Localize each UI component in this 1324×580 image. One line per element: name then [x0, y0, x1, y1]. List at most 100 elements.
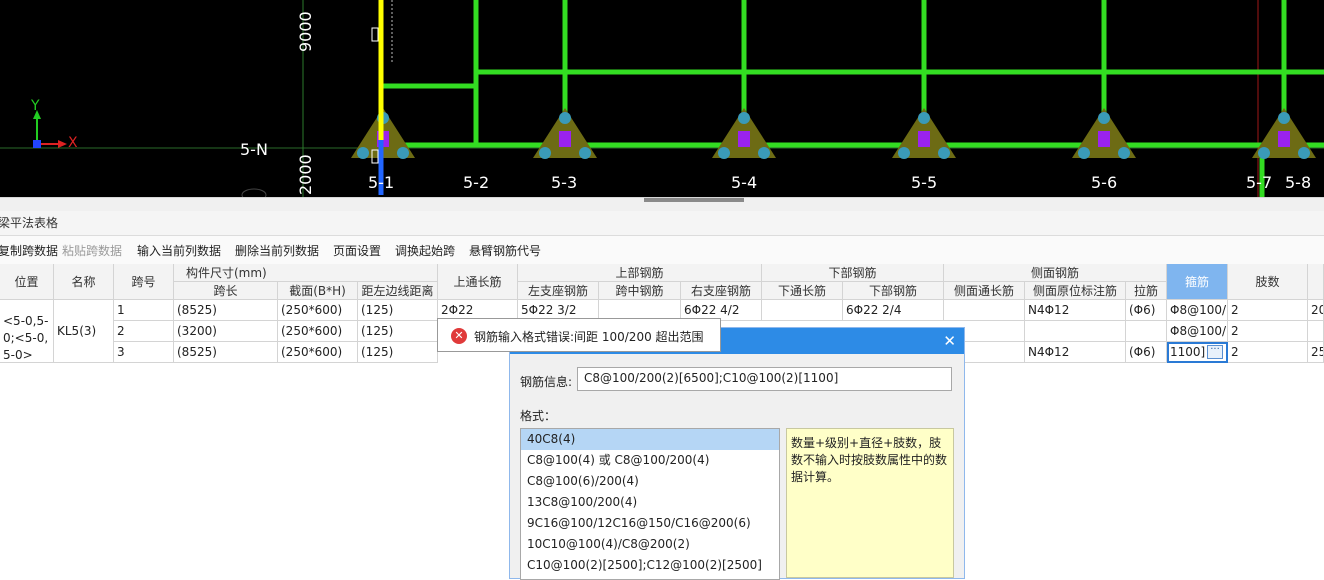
column-label: 5-2	[463, 173, 490, 192]
cell-name[interactable]: KL5(3)	[54, 300, 114, 363]
axis-y-label: Y	[31, 98, 40, 114]
pile-caps	[351, 108, 1316, 159]
col-header-position: 位置	[0, 264, 54, 300]
cell-bottom-through[interactable]	[762, 300, 843, 321]
col-header-span-length: 跨长	[174, 282, 278, 300]
col-header-side-through: 侧面通长筋	[944, 282, 1025, 300]
page-setup-button[interactable]: 页面设置	[333, 242, 381, 259]
cell-section[interactable]: (250*600)	[278, 321, 358, 342]
col-header-side-rebar: 侧面钢筋	[944, 264, 1167, 282]
axis-bubble	[241, 188, 267, 197]
input-column-button[interactable]: 输入当前列数据	[137, 242, 221, 259]
col-header-right-support: 右支座钢筋	[681, 282, 762, 300]
col-header-span: 跨号	[114, 264, 174, 300]
col-header-stirrup: 箍筋	[1167, 264, 1228, 300]
error-icon: ✕	[451, 328, 467, 344]
cell-side-marked[interactable]: N4Φ12	[1025, 342, 1126, 363]
cell-stirrup[interactable]: Φ8@100/	[1167, 321, 1228, 342]
cad-canvas[interactable]: 9000 2000 5-N Y X 5-1 5-2 5-3 5-4 5-5 5-…	[0, 0, 1324, 197]
ellipsis-button-icon[interactable]: ···	[1207, 345, 1223, 359]
col-header-bottom-through: 下通长筋	[762, 282, 843, 300]
cell-side-through[interactable]	[944, 300, 1025, 321]
format-item[interactable]: C8@100(6)/200(4)	[521, 471, 779, 492]
cell-legs[interactable]: 2	[1228, 342, 1308, 363]
swap-start-span-button[interactable]: 调换起始跨	[395, 242, 455, 259]
col-header-tie: 拉筋	[1126, 282, 1167, 300]
col-header-legs: 肢数	[1228, 264, 1308, 300]
format-item[interactable]: C8@100(4) 或 C8@100/200(4)	[521, 450, 779, 471]
format-item[interactable]: C10@100(2)[2500];C12@100(2)[2500]	[521, 555, 779, 576]
format-item[interactable]: 9C16@100/12C16@150/C16@200(6)	[521, 513, 779, 534]
format-help-text: 数量+级别+直径+肢数，肢数不输入时按肢数属性中的数据计算。	[786, 428, 954, 578]
column-label: 5-4	[731, 173, 758, 192]
cell-side-marked[interactable]	[1025, 321, 1126, 342]
cell-stirrup[interactable]: Φ8@100/	[1167, 300, 1228, 321]
cell-edge-distance[interactable]: (125)	[358, 342, 438, 363]
rebar-input-dialog: ✕ 钢筋信息: C8@100/200(2)[6500];C10@100(2)[1…	[509, 327, 965, 580]
plan-drawing	[0, 0, 1324, 197]
cell-section[interactable]: (250*600)	[278, 300, 358, 321]
error-message: 钢筋输入格式错误:间距 100/200 超出范围	[474, 330, 704, 344]
cantilever-code-button[interactable]: 悬臂钢筋代号	[469, 242, 541, 259]
format-item[interactable]: 13C8@100/200(4)	[521, 492, 779, 513]
cell-stirrup-editing[interactable]: 1100] ···	[1167, 342, 1228, 363]
column-label: 5-8	[1285, 173, 1312, 192]
cell-section[interactable]: (250*600)	[278, 342, 358, 363]
cell-extra[interactable]: 25	[1308, 342, 1324, 363]
format-label: 格式：	[520, 409, 557, 423]
column-label: 5-7	[1246, 173, 1273, 192]
cell-span-no[interactable]: 2	[114, 321, 174, 342]
col-header-component-size: 构件尺寸(mm)	[174, 264, 438, 282]
cell-bottom-bars[interactable]: 6Φ22 2/4	[843, 300, 944, 321]
col-header-mid-span: 跨中钢筋	[599, 282, 681, 300]
copy-span-button[interactable]: 复制跨数据	[0, 242, 58, 259]
column-label: 5-1	[368, 173, 395, 192]
cell-edge-distance[interactable]: (125)	[358, 300, 438, 321]
cell-extra[interactable]: 20	[1308, 300, 1324, 321]
close-icon[interactable]: ✕	[943, 331, 956, 351]
splitter-grip[interactable]	[644, 198, 744, 202]
cell-tie[interactable]	[1126, 321, 1167, 342]
cell-legs[interactable]: 2	[1228, 321, 1308, 342]
panel-splitter[interactable]	[0, 197, 1324, 212]
cursor-mark-1	[371, 27, 379, 42]
col-header-bottom-bars: 下部钢筋	[843, 282, 944, 300]
stirrup-edit-text[interactable]: 1100]	[1170, 345, 1205, 359]
col-header-side-marked: 侧面原位标注筋	[1025, 282, 1126, 300]
format-item[interactable]: 40C8(4)	[521, 429, 779, 450]
cell-side-marked[interactable]: N4Φ12	[1025, 300, 1126, 321]
rebar-info-label: 钢筋信息:	[520, 375, 573, 389]
cell-span-no[interactable]: 3	[114, 342, 174, 363]
format-list[interactable]: 40C8(4) C8@100(4) 或 C8@100/200(4) C8@100…	[520, 428, 780, 580]
axis-row-label: 5-N	[240, 140, 268, 159]
col-header-top-through: 上通长筋	[438, 264, 518, 300]
cell-position[interactable]: <5-0,5-0;<5-0,5-0>	[0, 300, 54, 363]
cell-legs[interactable]: 2	[1228, 300, 1308, 321]
col-header-bottom-rebar: 下部钢筋	[762, 264, 944, 282]
cell-edge-distance[interactable]: (125)	[358, 321, 438, 342]
col-header-left-support: 左支座钢筋	[518, 282, 599, 300]
cell-tie[interactable]: (Φ6)	[1126, 300, 1167, 321]
coordinate-axes-icon	[33, 110, 67, 148]
paste-span-button[interactable]: 粘贴跨数据	[62, 242, 122, 259]
delete-column-button[interactable]: 删除当前列数据	[235, 242, 319, 259]
cell-span-length[interactable]: (8525)	[174, 342, 278, 363]
dimension-label-top: 9000	[296, 11, 315, 52]
cell-span-length[interactable]: (3200)	[174, 321, 278, 342]
col-header-edge-distance: 距左边线距离	[358, 282, 438, 300]
col-header-extra	[1308, 264, 1324, 300]
error-tooltip: ✕ 钢筋输入格式错误:间距 100/200 超出范围	[437, 318, 721, 352]
rebar-info-input[interactable]: C8@100/200(2)[6500];C10@100(2)[1100]	[577, 367, 952, 391]
panel-title: 梁平法表格	[0, 211, 1324, 236]
cell-span-length[interactable]: (8525)	[174, 300, 278, 321]
cell-tie[interactable]: (Φ6)	[1126, 342, 1167, 363]
column-label: 5-3	[551, 173, 578, 192]
column-label: 5-6	[1091, 173, 1118, 192]
format-item[interactable]: 10C10@100(4)/C8@200(2)	[521, 534, 779, 555]
beams	[383, 0, 1324, 197]
col-header-top-rebar: 上部钢筋	[518, 264, 762, 282]
col-header-name: 名称	[54, 264, 114, 300]
cell-extra[interactable]	[1308, 321, 1324, 342]
dimension-label-bottom: 2000	[296, 154, 315, 195]
cell-span-no[interactable]: 1	[114, 300, 174, 321]
